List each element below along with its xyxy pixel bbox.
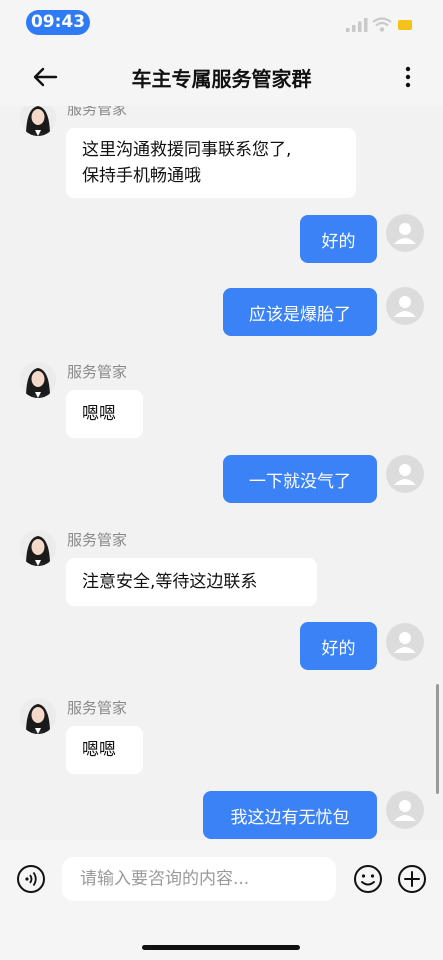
sender-name: 服务管家 (67, 531, 128, 549)
home-indicator (142, 945, 300, 950)
user-avatar[interactable] (386, 214, 424, 252)
agent-avatar[interactable] (20, 530, 56, 566)
agent-photo-icon (20, 530, 56, 566)
user-avatar[interactable] (386, 623, 424, 661)
user-avatar[interactable] (386, 791, 424, 829)
message-text: 一下就没气了 (249, 471, 351, 492)
agent-photo-icon (20, 698, 56, 734)
person-icon (394, 223, 416, 244)
status-bar: 09:43 (0, 0, 443, 48)
person-icon (394, 632, 416, 653)
message-text: 应该是爆胎了 (249, 304, 351, 325)
message-text: 我这边有无忧包 (230, 807, 350, 828)
user-avatar[interactable] (386, 455, 424, 493)
battery-icon (398, 20, 412, 30)
sender-name: 服务管家 (67, 363, 128, 381)
agent-photo-icon (20, 362, 56, 398)
sender-name: 服务管家 (67, 699, 128, 717)
message-text: 嗯嗯 (82, 404, 116, 424)
message-text: 好的 (321, 638, 356, 659)
message-bubble-incoming[interactable]: 这里沟通救援同事联系您了, 保持手机畅通哦 (66, 128, 356, 198)
person-icon (394, 296, 416, 317)
chat-area[interactable]: 服务管家 这里沟通救援同事联系您了, 保持手机畅通哦 好的 应该是爆胎了 服务管… (0, 106, 443, 840)
message-bubble-incoming[interactable]: 注意安全,等待这边联系 (66, 558, 317, 606)
message-text-line: 这里沟通救援同事联系您了, (82, 140, 292, 160)
person-icon (394, 800, 416, 821)
message-bubble-outgoing[interactable]: 一下就没气了 (223, 455, 377, 503)
message-bubble-incoming[interactable]: 嗯嗯 (66, 390, 143, 438)
message-text: 嗯嗯 (82, 740, 116, 760)
message-text: 注意安全,等待这边联系 (82, 572, 258, 592)
message-bubble-outgoing[interactable]: 应该是爆胎了 (223, 288, 377, 336)
header: 车主专属服务管家群 (0, 48, 443, 106)
status-time: 09:43 (26, 10, 90, 35)
message-bubble-outgoing[interactable]: 我这边有无忧包 (203, 791, 377, 839)
input-bar (0, 840, 443, 960)
person-icon (394, 464, 416, 485)
page-title: 车主专属服务管家群 (131, 67, 312, 91)
signal-icon (346, 18, 368, 32)
voice-icon[interactable] (16, 864, 46, 894)
agent-avatar[interactable] (20, 106, 56, 136)
chat-scrollbar[interactable] (436, 684, 439, 794)
emoji-icon[interactable] (353, 864, 383, 894)
agent-photo-icon (20, 106, 56, 136)
agent-avatar[interactable] (20, 698, 56, 734)
message-text-line: 保持手机畅通哦 (82, 166, 201, 186)
add-icon[interactable] (397, 864, 427, 894)
message-bubble-outgoing[interactable]: 好的 (300, 215, 377, 263)
message-bubble-outgoing[interactable]: 好的 (300, 622, 377, 670)
agent-avatar[interactable] (20, 362, 56, 398)
more-icon[interactable] (396, 62, 420, 92)
message-text: 好的 (321, 231, 356, 252)
message-bubble-incoming[interactable]: 嗯嗯 (66, 726, 143, 774)
sender-name: 服务管家 (67, 106, 128, 118)
message-input[interactable] (62, 857, 336, 901)
user-avatar[interactable] (386, 287, 424, 325)
wifi-icon (372, 17, 392, 32)
